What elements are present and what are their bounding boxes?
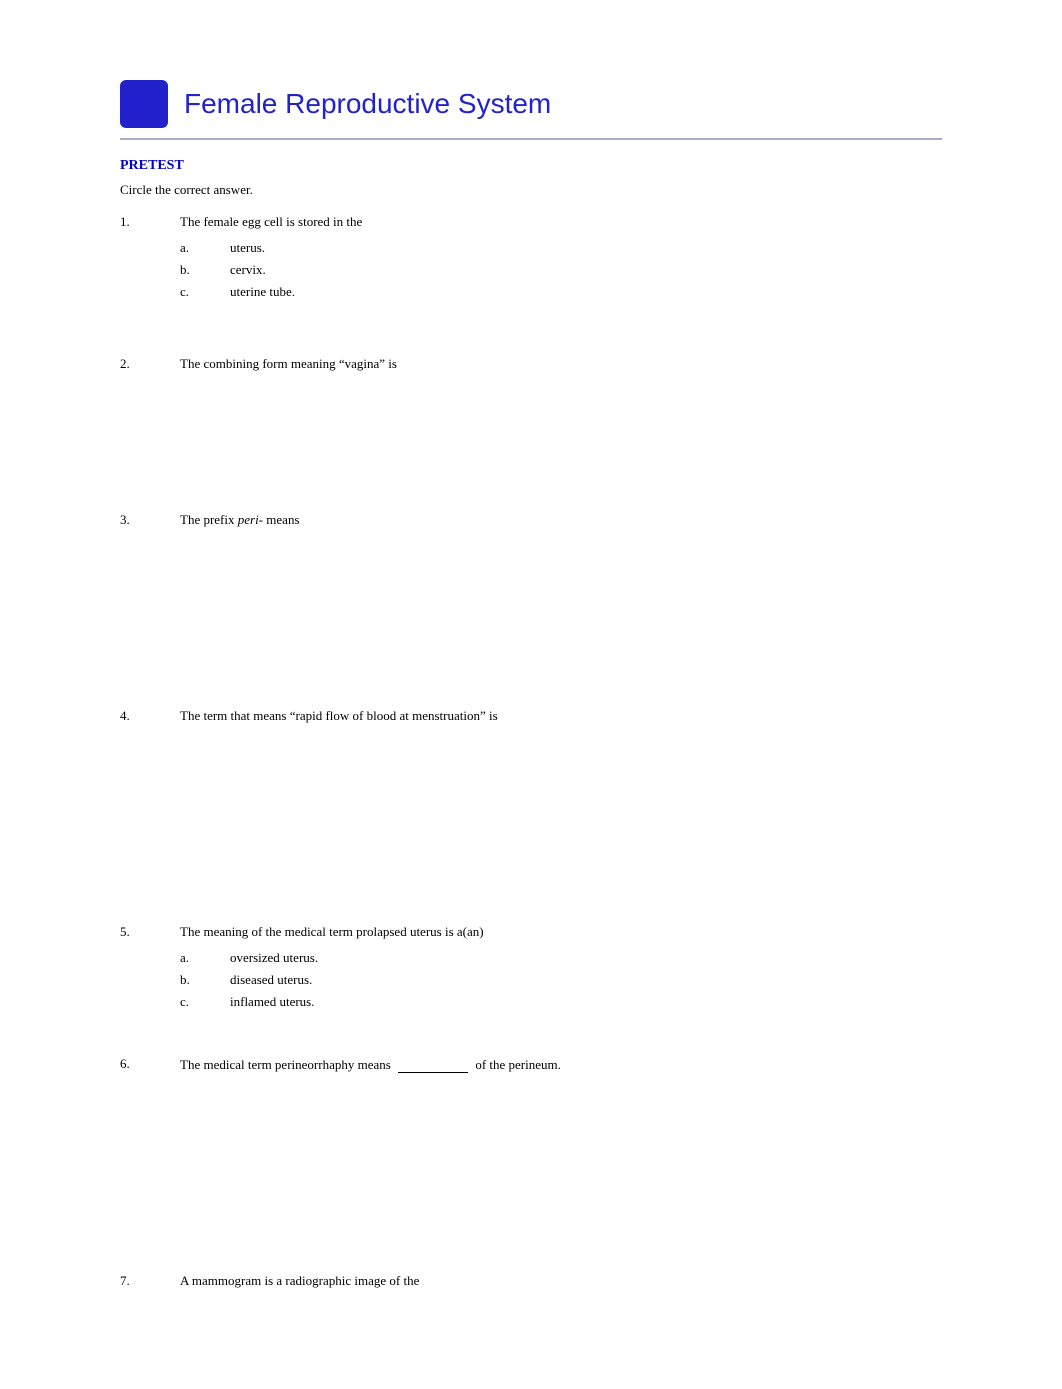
option-label: a.: [180, 950, 230, 966]
question-2: 2. The combining form meaning “vagina” i…: [120, 356, 942, 372]
list-item: b. diseased uterus.: [180, 972, 942, 988]
question-7-number: 7.: [120, 1273, 180, 1289]
option-label: c.: [180, 284, 230, 300]
list-item: a. oversized uterus.: [180, 950, 942, 966]
question-4-content: The term that means “rapid flow of blood…: [180, 708, 498, 723]
question-4-number: 4.: [120, 708, 180, 724]
question-1-content: The female egg cell is stored in the: [180, 214, 362, 229]
list-item: c. uterine tube.: [180, 284, 942, 300]
question-5-number: 5.: [120, 924, 180, 1016]
option-text: diseased uterus.: [230, 972, 312, 988]
option-text: uterine tube.: [230, 284, 295, 300]
question-5-content: The meaning of the medical term prolapse…: [180, 924, 484, 939]
question-5-options: a. oversized uterus. b. diseased uterus.…: [180, 950, 942, 1010]
question-6: 6. The medical term perineorrhaphy means…: [120, 1056, 942, 1073]
question-1-text: The female egg cell is stored in the a. …: [180, 214, 942, 306]
page-title: Female Reproductive System: [184, 88, 551, 120]
question-7-content: A mammogram is a radiographic image of t…: [180, 1273, 419, 1288]
section-label: PRETEST: [120, 158, 942, 174]
question-4-text: The term that means “rapid flow of blood…: [180, 708, 942, 724]
list-item: c. inflamed uterus.: [180, 994, 942, 1010]
question-1-options: a. uterus. b. cervix. c. uterine tube.: [180, 240, 942, 300]
question-6-content: The medical term perineorrhaphy means of…: [180, 1057, 561, 1072]
question-2-text: The combining form meaning “vagina” is: [180, 356, 942, 372]
question-1-number: 1.: [120, 214, 180, 306]
question-3-text: The prefix peri- means: [180, 512, 942, 528]
question-3-number: 3.: [120, 512, 180, 528]
blank-line: [398, 1056, 468, 1073]
question-5-text: The meaning of the medical term prolapse…: [180, 924, 942, 1016]
question-2-content: The combining form meaning “vagina” is: [180, 356, 397, 371]
question-2-number: 2.: [120, 356, 180, 372]
option-label: b.: [180, 262, 230, 278]
question-6-text: The medical term perineorrhaphy means of…: [180, 1056, 942, 1073]
question-1: 1. The female egg cell is stored in the …: [120, 214, 942, 306]
question-7-text: A mammogram is a radiographic image of t…: [180, 1273, 942, 1289]
option-text: cervix.: [230, 262, 266, 278]
question-3: 3. The prefix peri- means: [120, 512, 942, 528]
list-item: a. uterus.: [180, 240, 942, 256]
option-text: oversized uterus.: [230, 950, 318, 966]
question-7: 7. A mammogram is a radiographic image o…: [120, 1273, 942, 1289]
option-text: inflamed uterus.: [230, 994, 314, 1010]
header-section: Female Reproductive System: [120, 80, 942, 140]
question-6-number: 6.: [120, 1056, 180, 1073]
option-text: uterus.: [230, 240, 265, 256]
header-icon: [120, 80, 168, 128]
option-label: b.: [180, 972, 230, 988]
option-label: c.: [180, 994, 230, 1010]
question-4: 4. The term that means “rapid flow of bl…: [120, 708, 942, 724]
instruction-text: Circle the correct answer.: [120, 182, 942, 198]
question-5: 5. The meaning of the medical term prola…: [120, 924, 942, 1016]
question-3-content: The prefix peri- means: [180, 512, 300, 527]
list-item: b. cervix.: [180, 262, 942, 278]
option-label: a.: [180, 240, 230, 256]
